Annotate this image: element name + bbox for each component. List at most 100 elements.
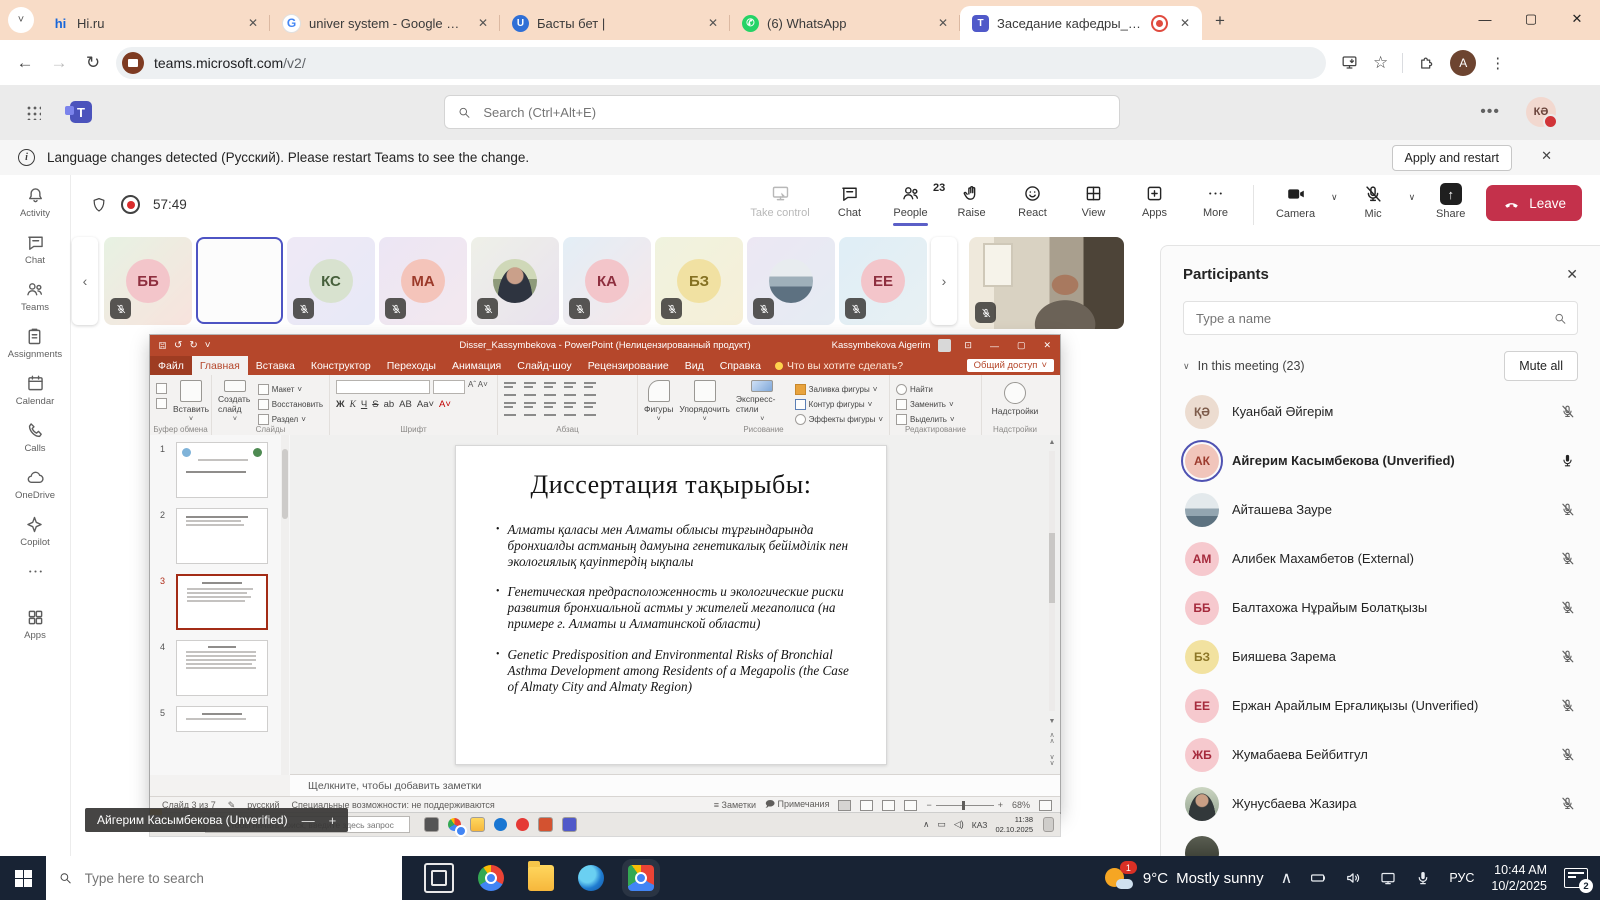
back-icon[interactable]: ←	[8, 53, 42, 73]
italic-button[interactable]: К	[350, 400, 356, 410]
participants-close-icon[interactable]: ✕	[1566, 266, 1578, 283]
ppt-tab-insert[interactable]: Вставка	[248, 356, 303, 375]
shape-outline-button[interactable]: Контур фигуры ˅	[795, 399, 883, 410]
scroll-up-icon[interactable]: ▲	[1047, 439, 1057, 446]
browser-tab-hi[interactable]: hi Hi.ru ✕	[40, 6, 270, 40]
word-icon[interactable]	[494, 818, 507, 831]
tab-close-icon[interactable]: ✕	[474, 14, 492, 32]
sidebar-item-calendar[interactable]: Calendar	[16, 373, 55, 407]
prev-slide-icon[interactable]: ∧∧	[1047, 733, 1057, 745]
chat-button[interactable]: Chat	[822, 183, 877, 224]
notification-center-icon[interactable]: 2	[1564, 868, 1588, 888]
slideshow-view-icon[interactable]	[904, 800, 917, 811]
live-video-tile[interactable]	[969, 237, 1124, 329]
sidebar-item-more[interactable]	[25, 561, 46, 582]
camera-button[interactable]: Camera	[1268, 183, 1323, 225]
shape-effects-button[interactable]: Эффекты фигуры ˅	[795, 414, 883, 425]
addins-button[interactable]: Надстройки	[992, 382, 1039, 423]
tab-close-icon[interactable]: ✕	[934, 14, 952, 32]
mic-muted-icon[interactable]	[1559, 599, 1576, 616]
sidebar-item-activity[interactable]: Activity	[20, 185, 50, 219]
participant-row[interactable]: БББалтахожа Нұрайым Болатқызы	[1161, 583, 1600, 632]
sidebar-item-assignments[interactable]: Assignments	[8, 326, 62, 360]
participant-row[interactable]: АМАлибек Махамбетов (External)	[1161, 534, 1600, 583]
maximize-button[interactable]: ▢	[1508, 0, 1554, 38]
teams-profile-avatar[interactable]: КӘ	[1526, 97, 1556, 127]
sidebar-item-teams[interactable]: Teams	[21, 279, 49, 313]
zoom-level[interactable]: 68%	[1012, 800, 1030, 810]
video-tile[interactable]: ББ	[104, 237, 192, 325]
video-tile[interactable]: ЕЕ	[839, 237, 927, 325]
notification-icon[interactable]	[1043, 817, 1054, 832]
tab-search-icon[interactable]: ˅	[8, 7, 34, 33]
align-center-icon[interactable]	[524, 402, 536, 416]
task-view-icon[interactable]	[424, 817, 439, 832]
ppt-restore-icon[interactable]: ▢	[1012, 340, 1031, 351]
taskbar-search-box[interactable]	[46, 856, 402, 900]
leave-button[interactable]: Leave	[1486, 185, 1582, 221]
tray-chevron-icon[interactable]: ∧	[923, 819, 929, 830]
react-button[interactable]: React	[1005, 183, 1060, 224]
align-left-icon[interactable]	[504, 402, 516, 416]
slide-thumbnail-3-selected[interactable]: 3	[176, 574, 276, 630]
sidebar-item-onedrive[interactable]: OneDrive	[15, 467, 55, 501]
camera-chevron-icon[interactable]: ∨	[1331, 192, 1338, 203]
ppt-tab-slideshow[interactable]: Слайд-шоу	[509, 356, 579, 375]
participant-row[interactable]: ҚӘКуанбай Әйгерім	[1161, 387, 1600, 436]
start-button[interactable]	[0, 870, 46, 887]
sidebar-item-apps[interactable]: Apps	[24, 607, 46, 641]
bookmark-star-icon[interactable]: ☆	[1373, 53, 1388, 73]
shape-fill-button[interactable]: Заливка фигуры ˅	[795, 384, 883, 395]
copy-icon[interactable]	[156, 398, 167, 409]
waffle-icon[interactable]	[26, 105, 41, 120]
speaker-icon[interactable]	[1344, 869, 1362, 887]
quick-styles-button[interactable]: Экспресс-стили˅	[736, 380, 789, 423]
forward-icon[interactable]: →	[42, 53, 76, 73]
minimize-button[interactable]: —	[1462, 0, 1508, 38]
people-button[interactable]: 23People	[883, 183, 938, 224]
mic-muted-icon[interactable]	[1559, 648, 1576, 665]
slide-thumbnail-4[interactable]: 4	[176, 640, 276, 696]
weather-widget[interactable]: 1 9°CMostly sunny	[1105, 866, 1264, 890]
justify-icon[interactable]	[564, 402, 576, 416]
teams-search-input[interactable]	[481, 104, 1107, 121]
powerpoint-icon[interactable]	[538, 817, 553, 832]
tiles-next-button[interactable]: ›	[931, 237, 957, 325]
gmail-icon[interactable]	[516, 818, 529, 831]
mic-muted-icon[interactable]	[1559, 501, 1576, 518]
video-tile[interactable]: КС	[287, 237, 375, 325]
site-info-icon[interactable]	[122, 52, 144, 74]
tab-close-icon[interactable]: ✕	[704, 14, 722, 32]
participant-row-partial[interactable]	[1161, 828, 1600, 856]
participant-row-speaking[interactable]: АКАйгерим Касымбекова (Unverified)	[1161, 436, 1600, 485]
slide-thumbnail-2[interactable]: 2	[176, 508, 276, 564]
mic-muted-icon[interactable]	[1559, 746, 1576, 763]
mic-muted-icon[interactable]	[1559, 795, 1576, 812]
teams-more-icon[interactable]: •••	[1480, 103, 1500, 121]
chrome-icon[interactable]	[478, 865, 504, 891]
ppt-tab-transitions[interactable]: Переходы	[379, 356, 444, 375]
numbering-icon[interactable]	[524, 382, 536, 396]
raise-hand-button[interactable]: Raise	[944, 183, 999, 224]
cut-icon[interactable]	[156, 383, 167, 394]
quick-access-chevron-icon[interactable]: ˅	[205, 340, 211, 351]
mic-chevron-icon[interactable]: ∨	[1409, 192, 1416, 203]
participant-row[interactable]: БЗБияшева Зарема	[1161, 632, 1600, 681]
ppt-quick-access-toolbar[interactable]: ↺ ↻ ˅	[158, 340, 211, 351]
participants-search-input[interactable]	[1194, 310, 1553, 327]
columns-icon[interactable]	[584, 402, 596, 416]
indent-decrease-icon[interactable]	[544, 382, 556, 396]
strikethrough-button[interactable]: S	[372, 399, 378, 410]
shapes-button[interactable]: Фигуры˅	[644, 380, 673, 423]
browser-tab-teams-active[interactable]: T Заседание кафедры_утвер ✕	[960, 6, 1202, 40]
url-bar[interactable]: teams.microsoft.com/v2/	[116, 47, 1326, 79]
underline-button[interactable]: Ч	[361, 399, 367, 410]
more-button[interactable]: More	[1188, 183, 1243, 224]
ppt-tab-review[interactable]: Рецензирование	[580, 356, 677, 375]
sidebar-item-copilot[interactable]: Copilot	[20, 514, 50, 548]
ppt-tab-help[interactable]: Справка	[712, 356, 769, 375]
shared-lang[interactable]: КАЗ	[972, 820, 988, 830]
mute-all-button[interactable]: Mute all	[1504, 351, 1578, 381]
undo-icon[interactable]: ↺	[174, 340, 182, 351]
battery-icon[interactable]	[1309, 869, 1327, 887]
